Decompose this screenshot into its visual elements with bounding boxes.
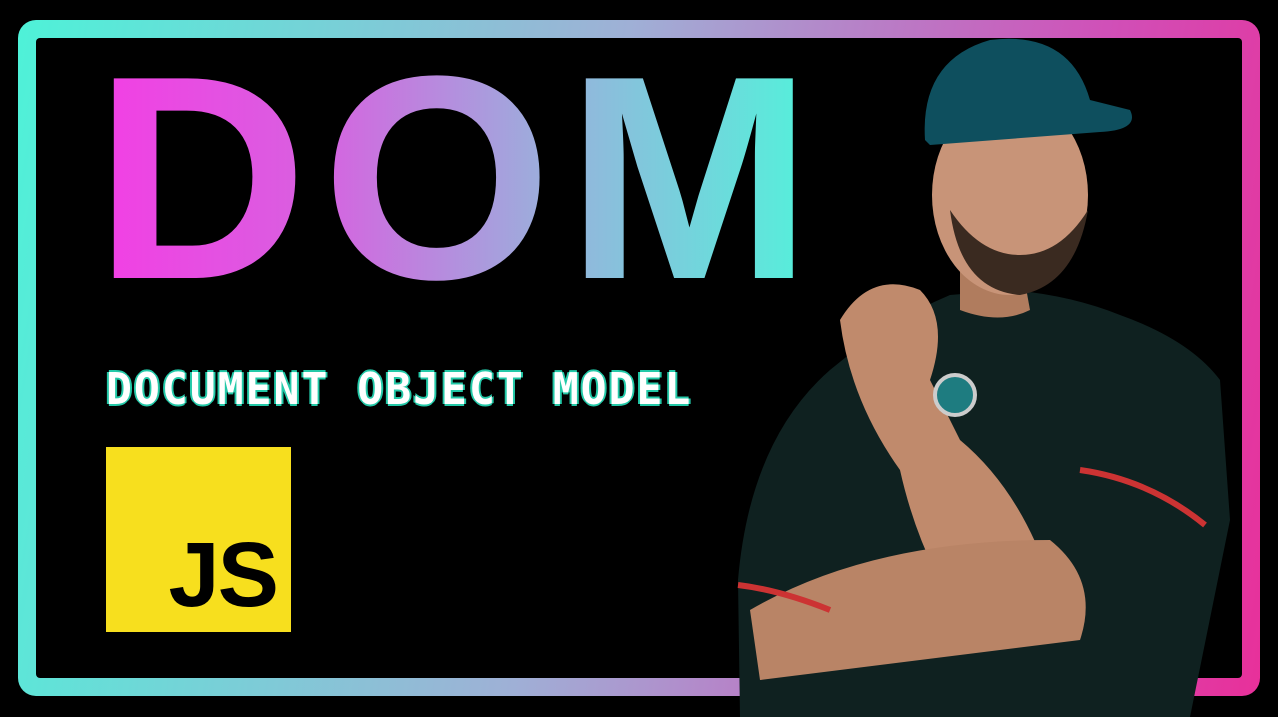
js-logo-text: JS (168, 524, 279, 626)
title: DOM (94, 15, 827, 340)
person-photo (737, 38, 1230, 717)
cap (924, 38, 1132, 145)
javascript-logo: JS (106, 447, 291, 632)
watch-icon (933, 373, 977, 417)
thumbnail: DOM DOCUMENT OBJECT MODEL JS (0, 0, 1278, 717)
subtitle: DOCUMENT OBJECT MODEL (106, 364, 693, 415)
